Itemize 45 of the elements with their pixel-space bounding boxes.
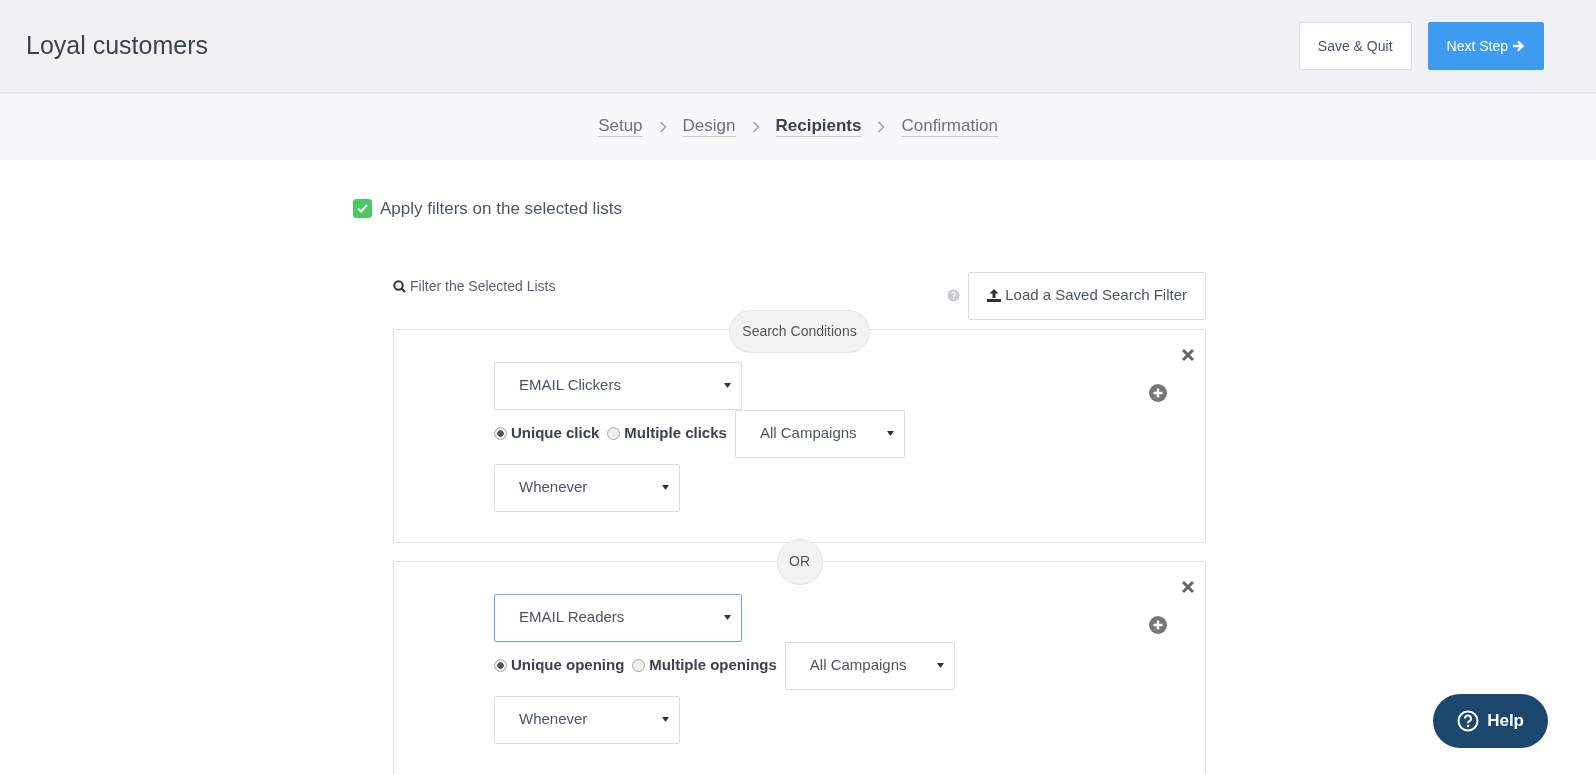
condition-type-select[interactable]: EMAIL Clickers [494, 361, 742, 410]
radio-button[interactable] [632, 659, 646, 672]
chevron-right-icon [751, 121, 760, 133]
radio-button[interactable] [494, 659, 507, 672]
question-icon [1457, 710, 1480, 732]
caret-icon [724, 615, 731, 620]
radio-button[interactable] [494, 427, 507, 440]
caret-icon [886, 431, 894, 436]
panel-title: Filter the Selected Lists [410, 276, 556, 296]
step-link[interactable]: Recipients [775, 117, 862, 137]
campaign-select[interactable]: All Campaigns [784, 641, 955, 690]
section-label: Search Conditions [729, 309, 870, 353]
caret-icon [662, 485, 669, 490]
add-icon[interactable] [1149, 615, 1167, 634]
step-link[interactable]: Setup [598, 117, 643, 137]
page-title: Loyal customers [26, 30, 209, 62]
radio-button[interactable] [607, 427, 621, 440]
or-separator: OR [776, 538, 823, 585]
chevron-right-icon [877, 121, 886, 133]
campaign-select[interactable]: All Campaigns [734, 409, 905, 458]
step-link[interactable]: Confirmation [901, 117, 998, 137]
caret-icon [724, 383, 731, 388]
load-filter-button[interactable]: Load a Saved Search Filter [968, 271, 1206, 320]
radio-label: Multiple openings [649, 655, 777, 676]
caret-icon [936, 663, 944, 668]
help-button[interactable]: Help [1433, 694, 1548, 748]
checkbox-label: Apply filters on the selected lists [380, 198, 622, 220]
check-icon [357, 204, 368, 214]
radio-label: Multiple clicks [624, 423, 727, 444]
search-icon [393, 279, 406, 293]
close-icon[interactable] [1181, 347, 1195, 362]
condition-type-select[interactable]: EMAIL Readers [494, 593, 742, 642]
radio-label: Unique click [511, 423, 600, 444]
checkbox[interactable] [353, 199, 372, 219]
upload-icon [987, 289, 1002, 302]
save-quit-button[interactable]: Save & Quit [1298, 22, 1412, 70]
close-icon[interactable] [1181, 579, 1195, 594]
chevron-right-icon [658, 121, 667, 133]
timing-select[interactable]: Whenever [494, 695, 680, 744]
add-icon[interactable] [1149, 383, 1167, 402]
caret-icon [662, 717, 669, 722]
radio-label: Unique opening [511, 655, 625, 676]
step-link[interactable]: Design [682, 117, 736, 137]
arrow-right-icon [1512, 40, 1525, 52]
timing-select[interactable]: Whenever [494, 463, 680, 512]
